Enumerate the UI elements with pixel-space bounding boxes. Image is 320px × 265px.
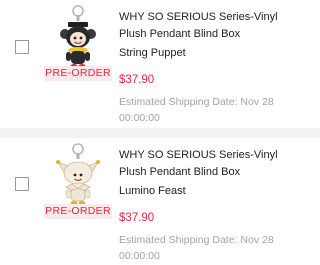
pre-order-badge: PRE-ORDER	[44, 66, 112, 81]
estimated-shipping-date: Estimated Shipping Date: Nov 28 00:00:00	[119, 94, 317, 126]
cart-item: PRE-ORDER WHY SO SERIOUS Series-Vinyl Pl…	[0, 0, 320, 128]
shipping-line-1: Estimated Shipping Date: Nov 28	[119, 234, 274, 246]
shipping-line-2: 00:00:00	[119, 112, 160, 124]
product-price: $37.90	[119, 74, 155, 86]
item-select-checkbox[interactable]	[15, 40, 29, 54]
item-select-checkbox[interactable]	[15, 177, 29, 191]
item-divider	[0, 128, 320, 138]
product-variant: String Puppet	[119, 47, 186, 59]
product-title[interactable]: WHY SO SERIOUS Series-Vinyl Plush Pendan…	[119, 9, 317, 43]
shipping-line-1: Estimated Shipping Date: Nov 28	[119, 96, 274, 108]
product-variant: Lumino Feast	[119, 185, 186, 197]
estimated-shipping-date: Estimated Shipping Date: Nov 28 00:00:00	[119, 232, 317, 264]
product-title[interactable]: WHY SO SERIOUS Series-Vinyl Plush Pendan…	[119, 147, 317, 181]
product-title-line-2: Plush Pendant Blind Box	[119, 166, 241, 178]
product-title-line-2: Plush Pendant Blind Box	[119, 28, 241, 40]
product-title-line-1: WHY SO SERIOUS Series-Vinyl	[119, 149, 278, 161]
shipping-line-2: 00:00:00	[119, 250, 160, 262]
cart-item: PRE-ORDER WHY SO SERIOUS Series-Vinyl Pl…	[0, 138, 320, 265]
product-title-line-1: WHY SO SERIOUS Series-Vinyl	[119, 11, 278, 23]
product-price: $37.90	[119, 212, 155, 224]
pre-order-badge: PRE-ORDER	[44, 204, 112, 219]
